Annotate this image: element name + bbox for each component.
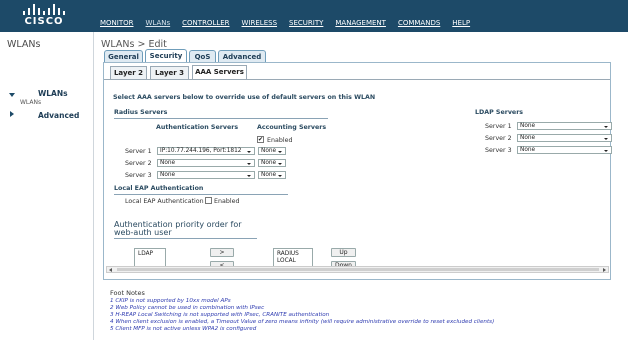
ldap-server1-label: Server 1 — [485, 123, 512, 130]
radius-acct-server3-select[interactable]: None — [258, 171, 286, 179]
scroll-left-icon[interactable] — [109, 268, 112, 272]
ldap-server2-select[interactable]: None — [517, 134, 612, 142]
top-bar: CISCO MONITOR WLANs CONTROLLER WIRELESS … — [0, 0, 628, 32]
footnote-item: 4 When client exclusion is enabled, a Ti… — [110, 319, 495, 325]
top-nav: MONITOR WLANs CONTROLLER WIRELESS SECURI… — [100, 19, 482, 27]
move-right-button[interactable]: > — [210, 248, 234, 257]
nav-security[interactable]: SECURITY — [289, 19, 323, 27]
footnote-item: 2 Web Policy cannot be used in combinati… — [110, 305, 265, 311]
cisco-logo: CISCO — [18, 4, 70, 28]
logo-text: CISCO — [24, 16, 64, 27]
priority-right-list[interactable]: RADIUS LOCAL — [273, 248, 313, 267]
local-eap-divider — [114, 194, 288, 195]
local-eap-label: Local EAP Authentication — [125, 198, 204, 205]
subtab-aaa-servers[interactable]: AAA Servers — [192, 65, 247, 79]
tab-security[interactable]: Security — [145, 49, 187, 63]
footnotes-title: Foot Notes — [110, 289, 145, 297]
nav-commands[interactable]: COMMANDS — [398, 19, 440, 27]
ldap-server2-label: Server 2 — [485, 135, 512, 142]
ldap-server3-label: Server 3 — [485, 147, 512, 154]
acct-enabled-label: Enabled — [267, 137, 293, 144]
radius-auth-server2-select[interactable]: None — [157, 159, 255, 167]
priority-left-list[interactable]: LDAP — [134, 248, 166, 267]
radius-title: Radius Servers — [114, 109, 168, 116]
sidebar-subitem-wlans[interactable]: WLANs — [20, 99, 41, 106]
priority-left-item[interactable]: LDAP — [138, 251, 162, 258]
nav-help[interactable]: HELP — [452, 19, 470, 27]
radius-acct-server2-select[interactable]: None — [258, 159, 286, 167]
radius-server3-label: Server 3 — [125, 172, 152, 179]
radius-divider — [114, 118, 328, 119]
local-eap-enabled-label: Enabled — [214, 198, 240, 205]
expand-right-icon[interactable] — [10, 111, 14, 117]
priority-right-item-local[interactable]: LOCAL — [277, 258, 309, 265]
cisco-bars-icon — [20, 4, 65, 15]
sidebar-title: WLANs — [7, 39, 41, 50]
subtab-layer3[interactable]: Layer 3 — [150, 66, 189, 79]
horizontal-scrollbar[interactable] — [106, 266, 609, 273]
radius-auth-server3-select[interactable]: None — [157, 171, 255, 179]
ldap-server3-select[interactable]: None — [517, 146, 612, 154]
sidebar-item-wlans[interactable]: WLANs — [38, 89, 68, 98]
priority-divider — [114, 238, 257, 239]
nav-monitor[interactable]: MONITOR — [100, 19, 134, 27]
scroll-right-icon[interactable] — [603, 268, 606, 272]
ldap-title: LDAP Servers — [475, 109, 524, 116]
nav-management[interactable]: MANAGEMENT — [335, 19, 386, 27]
subtab-layer2[interactable]: Layer 2 — [110, 66, 147, 79]
scrollbar-thumb[interactable] — [117, 268, 599, 271]
local-eap-checkbox[interactable] — [205, 197, 212, 204]
ldap-server1-select[interactable]: None — [517, 122, 612, 130]
nav-wlans[interactable]: WLANs — [146, 19, 171, 27]
acct-enabled-checkbox[interactable]: ✔ — [257, 136, 264, 143]
expand-down-icon[interactable] — [9, 93, 15, 97]
local-eap-title: Local EAP Authentication — [114, 185, 204, 192]
sidebar: WLANs WLANs WLANs Advanced — [0, 32, 94, 340]
priority-title-line2: web-auth user — [114, 228, 172, 237]
acct-servers-header: Accounting Servers — [257, 124, 327, 131]
footnote-item: 5 Client MFP is not active unless WPA2 i… — [110, 326, 257, 332]
radius-server2-label: Server 2 — [125, 160, 152, 167]
up-button[interactable]: Up — [331, 248, 356, 257]
radius-server1-label: Server 1 — [125, 148, 152, 155]
priority-right-item-radius[interactable]: RADIUS — [277, 251, 309, 258]
footnote-item: 1 CKIP is not supported by 10xx model AP… — [110, 298, 231, 304]
nav-wireless[interactable]: WIRELESS — [242, 19, 277, 27]
sidebar-item-advanced[interactable]: Advanced — [38, 111, 79, 120]
nav-controller[interactable]: CONTROLLER — [182, 19, 229, 27]
radius-auth-server1-select[interactable]: IP:10.77.244.196, Port:1812 — [157, 147, 255, 155]
intro-text: Select AAA servers below to override use… — [113, 94, 376, 101]
footnote-item: 3 H-REAP Local Switching is not supporte… — [110, 312, 330, 318]
radius-acct-server1-select[interactable]: None — [258, 147, 286, 155]
auth-servers-header: Authentication Servers — [156, 124, 239, 131]
